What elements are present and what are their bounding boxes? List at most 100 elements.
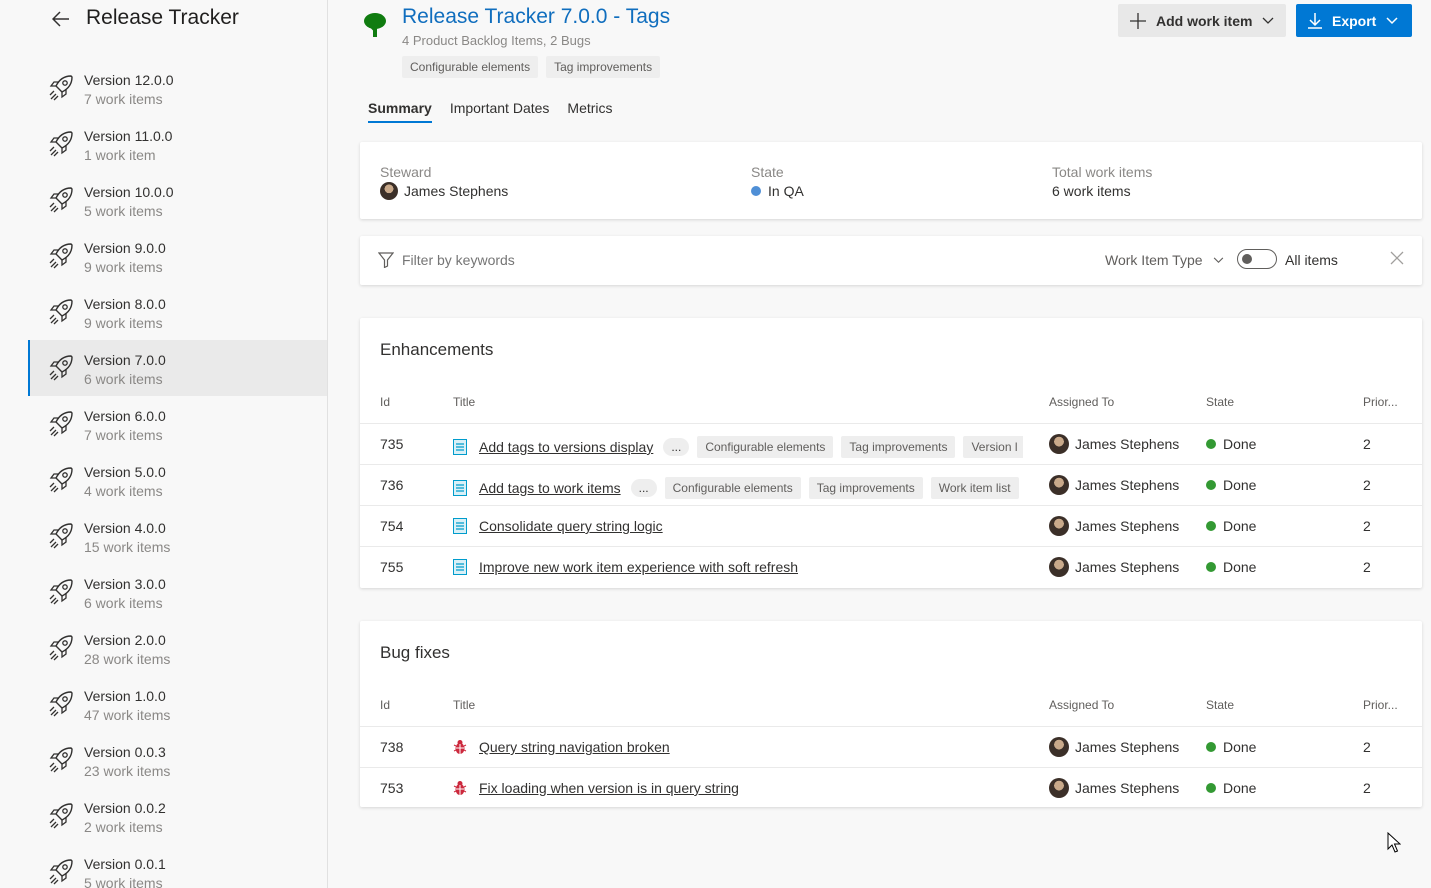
work-item-title-link[interactable]: Add tags to work items: [479, 480, 621, 496]
sidebar-item-count: 7 work items: [84, 91, 163, 107]
sidebar-item-text: Version 2.0.0 28 work items: [84, 631, 170, 669]
work-item-id: 736: [380, 477, 404, 493]
header-tags: Configurable elements Tag improvements: [402, 56, 661, 78]
rocket-icon: [49, 411, 73, 437]
sidebar-item-text: Version 11.0.0 1 work item: [84, 127, 172, 165]
table-row[interactable]: 738 Query string navigation broken James S…: [360, 726, 1422, 767]
tag-chip[interactable]: Version l: [963, 436, 1023, 458]
column-title[interactable]: Title: [453, 698, 475, 712]
sidebar-item-label: Version 1.0.0: [84, 688, 166, 704]
close-icon[interactable]: [1390, 251, 1404, 265]
sidebar-item-label: Version 3.0.0: [84, 576, 166, 592]
column-title[interactable]: Title: [453, 395, 475, 409]
state-dot-icon: [1206, 783, 1216, 793]
rocket-icon: [49, 635, 73, 661]
rocket-icon: [49, 355, 73, 381]
column-assigned[interactable]: Assigned To: [1049, 698, 1114, 712]
filter-icon: [378, 252, 394, 268]
sidebar-item-version[interactable]: Version 10.0.0 5 work items: [28, 172, 327, 228]
back-button[interactable]: [50, 8, 72, 30]
state-cell: Done: [1206, 436, 1256, 452]
column-state[interactable]: State: [1206, 698, 1234, 712]
column-id[interactable]: Id: [380, 698, 390, 712]
product-backlog-item-icon: [453, 518, 467, 534]
sidebar-item-version[interactable]: Version 6.0.0 7 work items: [28, 396, 327, 452]
work-item-title-link[interactable]: Query string navigation broken: [479, 739, 670, 755]
assigned-to-cell: James Stephens: [1049, 516, 1179, 536]
sidebar-item-version[interactable]: Version 0.0.1 5 work items: [28, 844, 327, 888]
tag-chip[interactable]: Configurable elements: [697, 436, 834, 458]
tag-chip[interactable]: Tag improvements: [546, 56, 661, 78]
work-item-type-dropdown[interactable]: Work Item Type: [1105, 252, 1224, 268]
more-tags-button[interactable]: ...: [663, 438, 690, 456]
sidebar-item-version[interactable]: Version 5.0.0 4 work items: [28, 452, 327, 508]
assigned-to-name: James Stephens: [1075, 477, 1180, 493]
rocket-icon: [49, 187, 73, 213]
state-dot-icon: [1206, 742, 1216, 752]
sidebar-item-count: 4 work items: [84, 483, 163, 499]
column-state[interactable]: State: [1206, 395, 1234, 409]
sidebar-item-version[interactable]: Version 8.0.0 9 work items: [28, 284, 327, 340]
sidebar-title: Release Tracker: [86, 6, 239, 29]
table-row[interactable]: 735 Add tags to versions display... Config…: [360, 423, 1422, 464]
chevron-down-icon: [1213, 256, 1223, 263]
sidebar-item-text: Version 9.0.0 9 work items: [84, 239, 166, 277]
sidebar-item-version[interactable]: Version 0.0.2 2 work items: [28, 788, 327, 844]
sidebar-item-version[interactable]: Version 1.0.0 47 work items: [28, 676, 327, 732]
more-tags-button[interactable]: ...: [630, 479, 657, 497]
sidebar-item-version[interactable]: Version 0.0.3 23 work items: [28, 732, 327, 788]
sidebar-item-version[interactable]: Version 11.0.0 1 work item: [28, 116, 327, 172]
priority-value: 2: [1363, 518, 1371, 534]
bug-fixes-table: Bug fixes Id Title Assigned To State Pri…: [360, 621, 1422, 807]
all-items-toggle[interactable]: [1237, 249, 1277, 269]
sidebar-item-version[interactable]: Version 4.0.0 15 work items: [28, 508, 327, 564]
tab-metrics[interactable]: Metrics: [567, 100, 612, 123]
page-title[interactable]: Release Tracker 7.0.0 - Tags: [402, 5, 670, 29]
work-item-title-link[interactable]: Consolidate query string logic: [479, 518, 663, 534]
tab-summary[interactable]: Summary: [368, 100, 432, 123]
table-row[interactable]: 754 Consolidate query string logic James S…: [360, 505, 1422, 546]
work-item-title-link[interactable]: Add tags to versions display: [479, 439, 653, 455]
tab-important-dates[interactable]: Important Dates: [450, 100, 550, 123]
sidebar-item-version[interactable]: Version 3.0.0 6 work items: [28, 564, 327, 620]
tag-chip[interactable]: Configurable elements: [402, 56, 539, 78]
work-item-title-cell: Fix loading when version is in query str…: [453, 780, 1023, 796]
sidebar-item-version[interactable]: Version 7.0.0 6 work items: [28, 340, 327, 396]
table-row[interactable]: 755 Improve new work item experience with…: [360, 546, 1422, 587]
table-row[interactable]: 753 Fix loading when version is in query …: [360, 767, 1422, 808]
filter-bar: Work Item Type All items: [360, 236, 1422, 285]
tag-chip[interactable]: Configurable elements: [664, 477, 801, 499]
export-button[interactable]: Export: [1296, 4, 1412, 37]
tag-chip[interactable]: Work item list: [930, 477, 1019, 499]
sidebar-item-version[interactable]: Version 12.0.0 7 work items: [28, 60, 327, 116]
work-item-title-link[interactable]: Fix loading when version is in query str…: [479, 780, 739, 796]
filter-input[interactable]: [402, 252, 902, 268]
work-item-title-link[interactable]: Improve new work item experience with so…: [479, 559, 798, 575]
column-priority[interactable]: Prior...: [1363, 395, 1398, 409]
tag-chip[interactable]: Tag improvements: [841, 436, 956, 458]
column-id[interactable]: Id: [380, 395, 390, 409]
state-value: Done: [1223, 780, 1257, 796]
state-cell: Done: [1206, 477, 1256, 493]
mouse-cursor-icon: [1387, 832, 1401, 853]
state-value: In QA: [768, 183, 804, 199]
work-item-id: 755: [380, 559, 404, 575]
avatar: [1049, 434, 1069, 454]
table-header: Id Title Assigned To State Prior...: [360, 395, 1422, 417]
rocket-icon: [49, 747, 73, 773]
total-label: Total work items: [1052, 164, 1153, 180]
state-dot-icon: [1206, 521, 1216, 531]
export-label: Export: [1332, 12, 1377, 29]
add-work-item-button[interactable]: Add work item: [1118, 4, 1286, 37]
column-assigned[interactable]: Assigned To: [1049, 395, 1114, 409]
sidebar-item-version[interactable]: Version 9.0.0 9 work items: [28, 228, 327, 284]
sidebar-item-text: Version 1.0.0 47 work items: [84, 687, 170, 725]
add-work-item-label: Add work item: [1156, 12, 1253, 29]
tag-chip[interactable]: Tag improvements: [808, 477, 923, 499]
column-priority[interactable]: Prior...: [1363, 698, 1398, 712]
sidebar-item-version[interactable]: Version 2.0.0 28 work items: [28, 620, 327, 676]
bug-icon: [453, 781, 467, 795]
table-row[interactable]: 736 Add tags to work items... Configurable…: [360, 464, 1422, 505]
avatar: [1049, 475, 1069, 495]
sidebar-item-text: Version 8.0.0 9 work items: [84, 295, 166, 333]
